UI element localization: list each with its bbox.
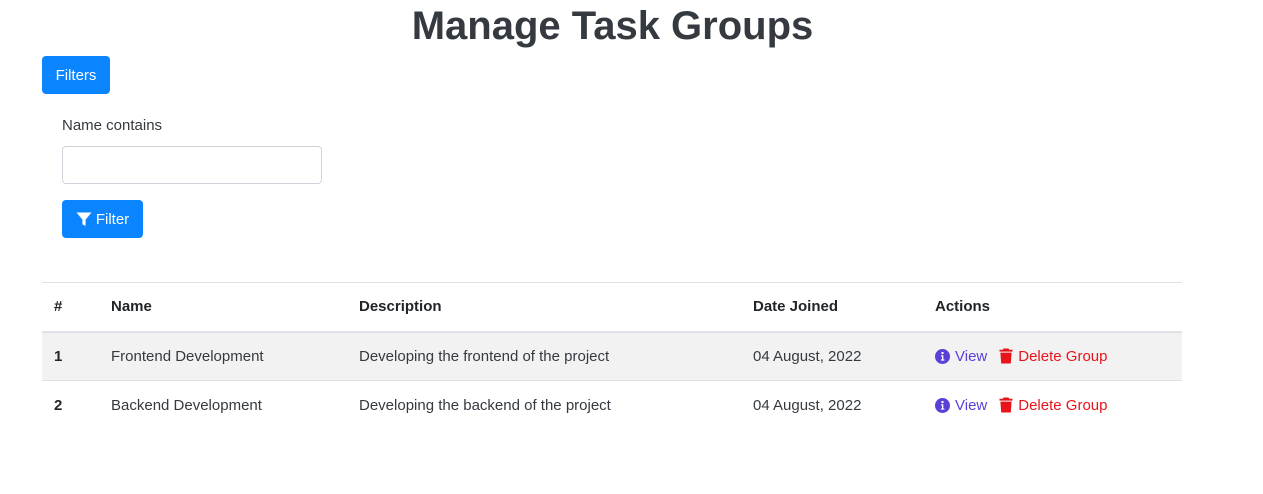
row-name: Backend Development bbox=[111, 396, 262, 414]
delete-group-label: Delete Group bbox=[1018, 396, 1108, 414]
delete-group-link[interactable]: Delete Group bbox=[999, 348, 1107, 365]
table-header-row: # Name Description Date Joined Actions bbox=[42, 282, 1182, 332]
row-actions: View Delete Group bbox=[923, 381, 1182, 430]
filter-submit-button[interactable]: Filter bbox=[62, 200, 143, 238]
view-label: View bbox=[955, 347, 988, 365]
page-title: Manage Task Groups bbox=[411, 4, 814, 48]
table-row: 2 Backend Development Developing the bac… bbox=[42, 381, 1182, 430]
row-name: Frontend Development bbox=[111, 347, 264, 365]
info-circle-icon bbox=[935, 348, 950, 364]
row-num: 1 bbox=[54, 347, 63, 365]
filter-submit-label: Filter bbox=[95, 210, 130, 228]
row-num: 2 bbox=[54, 396, 63, 414]
filter-icon bbox=[76, 212, 92, 227]
view-link[interactable]: View bbox=[935, 397, 987, 414]
table-row: 1 Frontend Development Developing the fr… bbox=[42, 331, 1182, 381]
header-date-joined: Date Joined bbox=[753, 298, 839, 316]
info-circle-icon bbox=[935, 397, 950, 413]
name-contains-input[interactable] bbox=[62, 146, 322, 184]
row-date-joined: 04 August, 2022 bbox=[753, 396, 862, 414]
row-description: Developing the backend of the project bbox=[359, 396, 611, 414]
task-groups-table-container: # Name Description Date Joined Actions 1… bbox=[42, 282, 1182, 430]
row-description: Developing the frontend of the project bbox=[359, 347, 610, 365]
header-num: # bbox=[54, 298, 63, 316]
row-date-joined: 04 August, 2022 bbox=[753, 347, 862, 365]
trash-icon bbox=[999, 348, 1013, 364]
trash-icon bbox=[999, 397, 1013, 413]
delete-group-link[interactable]: Delete Group bbox=[999, 397, 1107, 414]
filters-toggle-button[interactable]: Filters bbox=[42, 56, 110, 94]
delete-group-label: Delete Group bbox=[1018, 347, 1108, 365]
task-groups-table: # Name Description Date Joined Actions 1… bbox=[42, 282, 1182, 430]
header-name: Name bbox=[111, 298, 152, 316]
view-link[interactable]: View bbox=[935, 348, 987, 365]
header-description: Description bbox=[359, 298, 442, 316]
view-label: View bbox=[955, 396, 988, 414]
header-actions: Actions bbox=[935, 298, 991, 316]
row-actions: View Delete Group bbox=[923, 332, 1182, 381]
name-contains-label: Name contains bbox=[62, 117, 163, 134]
